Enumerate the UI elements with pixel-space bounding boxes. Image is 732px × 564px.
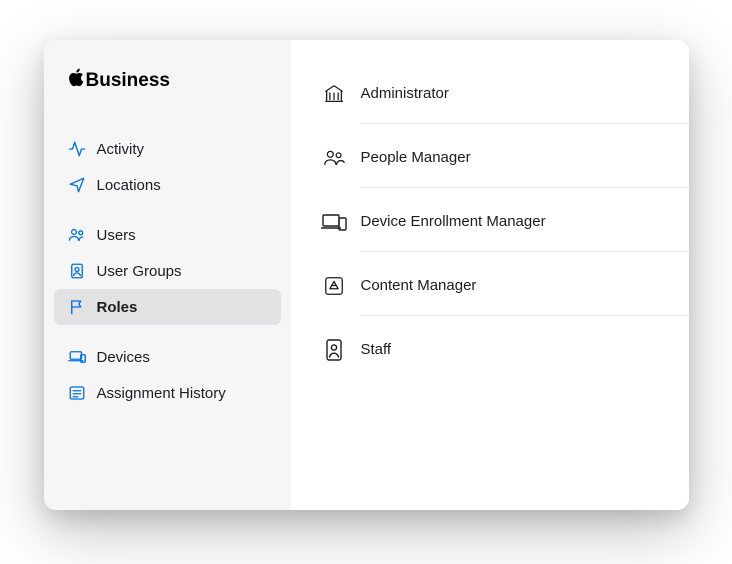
sidebar-item-devices[interactable]: Devices — [54, 339, 281, 375]
sidebar-item-label: User Groups — [97, 263, 182, 280]
role-text-wrap: People Manager — [361, 149, 659, 167]
sidebar-item-roles[interactable]: Roles — [54, 289, 281, 325]
role-label: Staff — [361, 341, 392, 358]
roles-flag-icon — [68, 298, 86, 316]
nav-group-2: Users User Groups Roles — [54, 217, 281, 325]
role-label: Content Manager — [361, 277, 477, 294]
role-text-wrap: Staff — [361, 341, 659, 359]
nav-group-3: Devices Assignment History — [54, 339, 281, 411]
sidebar-item-label: Assignment History — [97, 385, 226, 402]
people-manager-icon — [321, 147, 347, 169]
role-text-wrap: Device Enrollment Manager — [361, 213, 659, 231]
sidebar-item-label: Locations — [97, 177, 161, 194]
sidebar-item-label: Users — [97, 227, 136, 244]
users-icon — [68, 226, 86, 244]
administrator-icon — [321, 83, 347, 105]
role-label: People Manager — [361, 149, 471, 166]
role-item-content-manager[interactable]: Content Manager — [321, 254, 659, 318]
nav-group-1: Activity Locations — [54, 131, 281, 203]
brand-label: Business — [86, 70, 170, 92]
sidebar: Business Activity Locations User — [44, 40, 291, 510]
main-content: Administrator People Manager Device Enro… — [291, 40, 689, 510]
role-item-people-manager[interactable]: People Manager — [321, 126, 659, 190]
user-groups-icon — [68, 262, 86, 280]
sidebar-item-user-groups[interactable]: User Groups — [54, 253, 281, 289]
content-manager-icon — [321, 275, 347, 297]
sidebar-item-activity[interactable]: Activity — [54, 131, 281, 167]
activity-icon — [68, 140, 86, 158]
devices-icon — [68, 348, 86, 366]
staff-icon — [321, 339, 347, 361]
sidebar-item-users[interactable]: Users — [54, 217, 281, 253]
sidebar-item-locations[interactable]: Locations — [54, 167, 281, 203]
device-enrollment-icon — [321, 211, 347, 233]
brand: Business — [54, 60, 281, 117]
role-item-administrator[interactable]: Administrator — [321, 62, 659, 126]
location-icon — [68, 176, 86, 194]
sidebar-item-label: Devices — [97, 349, 150, 366]
role-text-wrap: Administrator — [361, 85, 659, 103]
sidebar-item-label: Roles — [97, 299, 138, 316]
apple-logo-icon — [68, 68, 84, 93]
assignment-history-icon — [68, 384, 86, 402]
role-label: Device Enrollment Manager — [361, 213, 546, 230]
sidebar-item-label: Activity — [97, 141, 145, 158]
app-window: Business Activity Locations User — [44, 40, 689, 510]
sidebar-item-assignment-history[interactable]: Assignment History — [54, 375, 281, 411]
role-item-device-enrollment-manager[interactable]: Device Enrollment Manager — [321, 190, 659, 254]
role-item-staff[interactable]: Staff — [321, 318, 659, 382]
role-text-wrap: Content Manager — [361, 277, 659, 295]
role-label: Administrator — [361, 85, 449, 102]
